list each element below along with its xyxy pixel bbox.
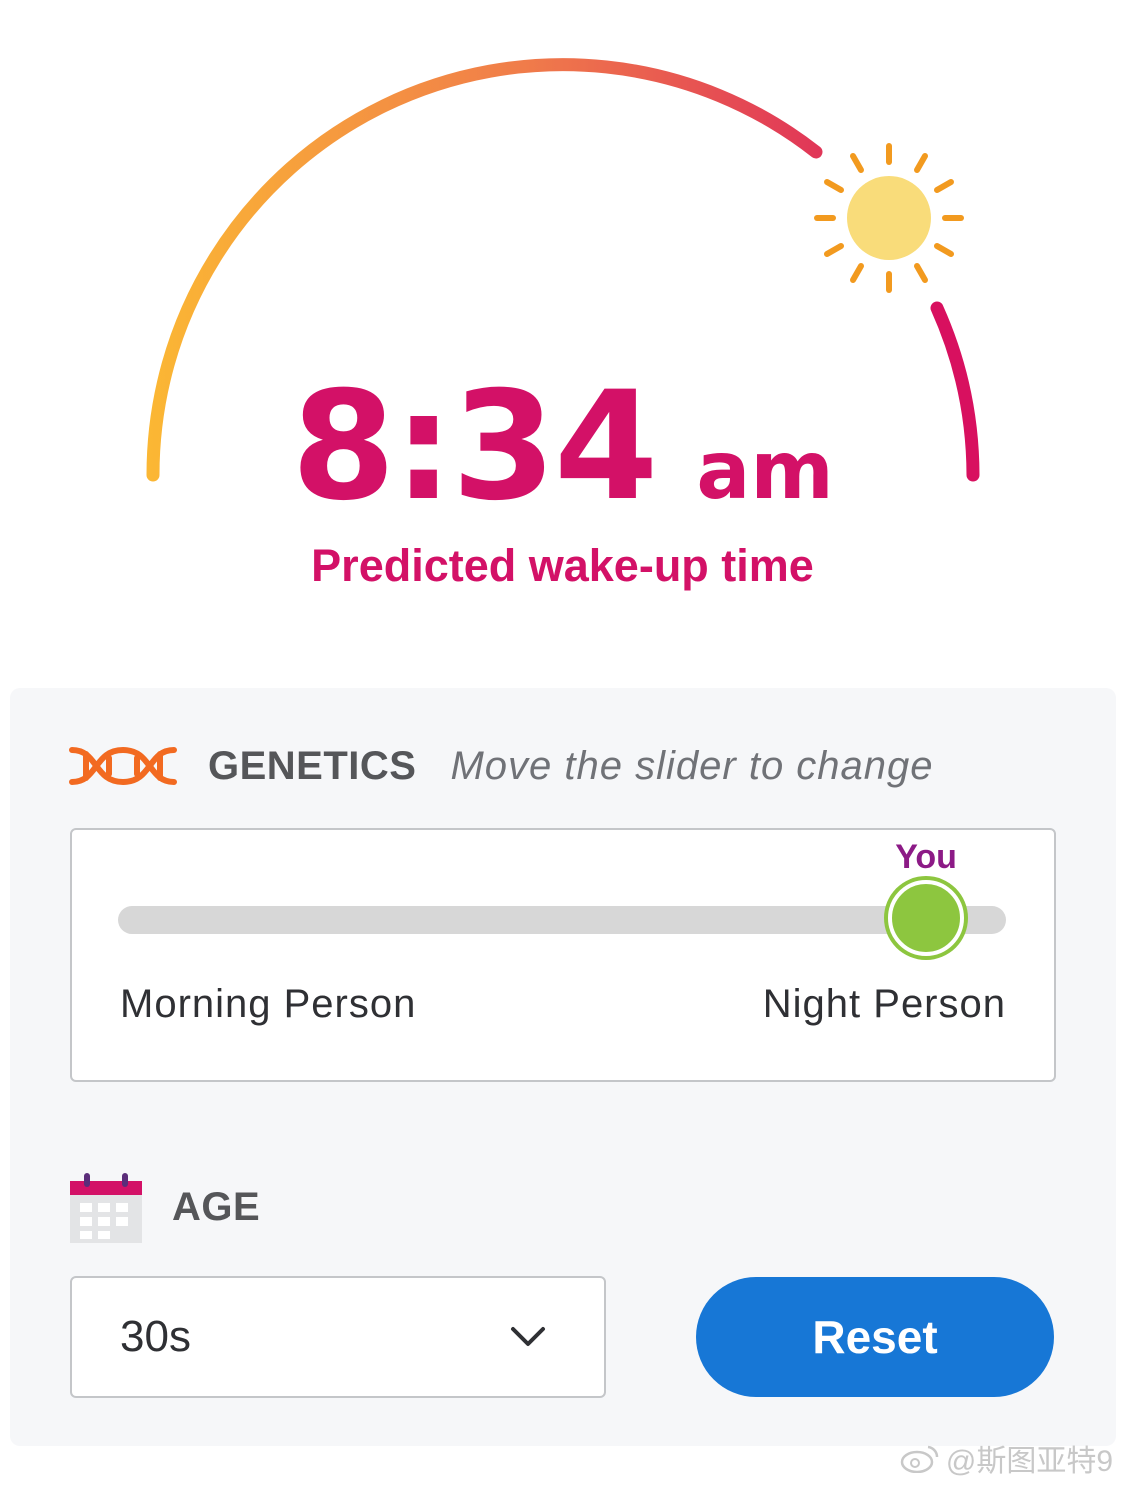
time-value: 8:34 — [291, 360, 658, 534]
predicted-time-label: Predicted wake-up time — [311, 540, 814, 591]
age-select-value: 30s — [120, 1312, 191, 1361]
genetics-slider-card: You Morning Person Night Person — [70, 828, 1056, 1082]
reset-button[interactable]: Reset — [696, 1277, 1054, 1397]
time-meridiem: am — [696, 424, 834, 517]
genetics-title: GENETICS — [208, 743, 417, 788]
sun-icon — [814, 143, 964, 293]
slider-marker-label: You — [895, 838, 957, 876]
slider-left-label: Morning Person — [120, 982, 417, 1026]
age-header: AGE — [70, 1171, 261, 1243]
age-title: AGE — [172, 1184, 261, 1229]
weibo-icon — [900, 1443, 940, 1474]
chevron-down-icon — [511, 1327, 545, 1346]
slider-right-label: Night Person — [762, 982, 1006, 1026]
wake-time-hero: 8:34 am Predicted wake-up time — [0, 0, 1125, 640]
age-select[interactable]: 30s — [70, 1276, 606, 1398]
genetics-hint: Move the slider to change — [450, 743, 934, 788]
watermark-text: @斯图亚特9 — [945, 1445, 1113, 1478]
slider-thumb[interactable] — [888, 880, 965, 956]
calendar-icon — [70, 1171, 142, 1243]
watermark: @斯图亚特9 — [900, 1436, 1113, 1480]
genetics-header: GENETICS Move the slider to change — [68, 736, 934, 796]
slider-track[interactable] — [118, 906, 1006, 934]
settings-panel: GENETICS Move the slider to change You M… — [10, 688, 1116, 1446]
predicted-time: 8:34 am — [0, 360, 1125, 534]
dna-icon — [68, 744, 178, 788]
